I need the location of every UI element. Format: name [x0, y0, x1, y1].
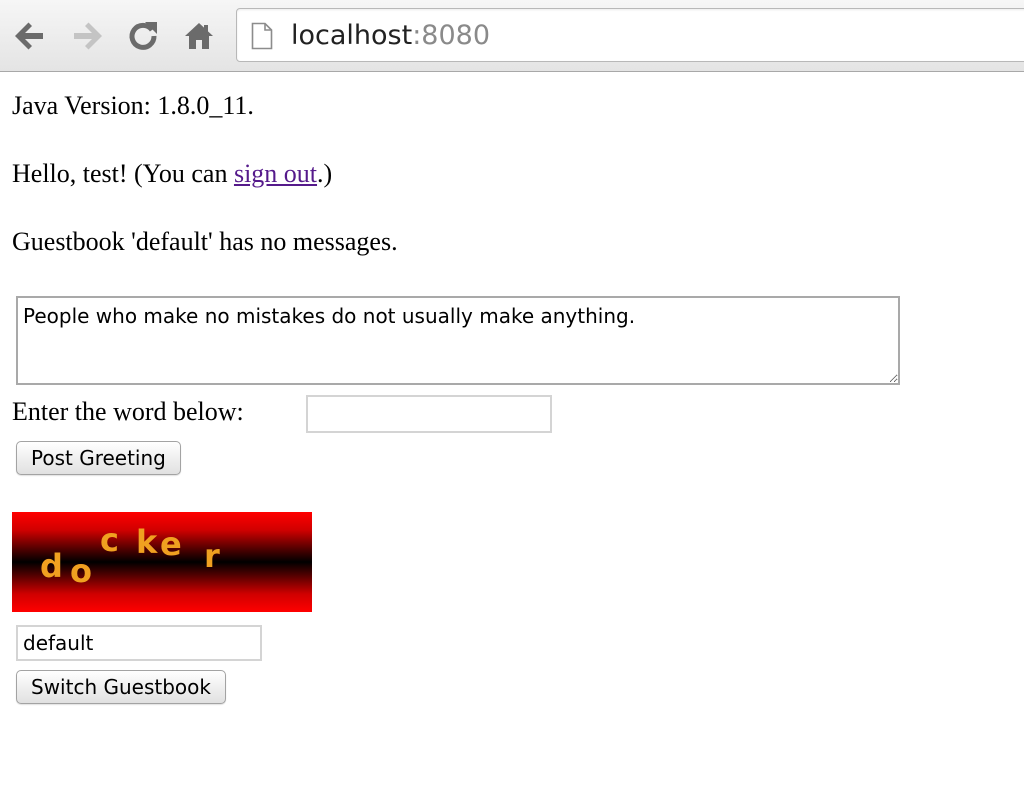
home-icon: [185, 23, 213, 49]
captcha-char: k: [136, 523, 158, 561]
page-icon: [251, 22, 273, 50]
captcha-char: d: [40, 547, 63, 585]
captcha-char: o: [70, 552, 92, 590]
captcha-image: d o c k e r: [12, 512, 312, 612]
switch-guestbook-button[interactable]: Switch Guestbook: [16, 670, 226, 704]
captcha-input[interactable]: [306, 395, 552, 433]
address-bar[interactable]: localhost:8080: [236, 8, 1024, 62]
guestbook-name-input[interactable]: [16, 625, 262, 661]
captcha-char: e: [160, 525, 182, 563]
greeting-textarea[interactable]: People who make no mistakes do not usual…: [16, 296, 900, 385]
guestbook-status: Guestbook 'default' has no messages.: [12, 227, 398, 256]
page-content: Java Version: 1.8.0_11. Hello, test! (Yo…: [0, 72, 1024, 788]
back-arrow-icon: [15, 22, 43, 50]
url-text: localhost:8080: [291, 20, 490, 52]
browser-toolbar: localhost:8080: [0, 0, 1024, 72]
hello-prefix: Hello, test! (You can: [12, 159, 234, 188]
captcha-char: c: [100, 521, 119, 559]
reload-icon: [129, 22, 157, 50]
back-button[interactable]: [12, 18, 48, 54]
java-version-text: Java Version: 1.8.0_11.: [12, 91, 254, 120]
forward-button[interactable]: [69, 18, 105, 54]
home-button[interactable]: [181, 18, 217, 54]
url-host: localhost: [291, 20, 413, 51]
hello-suffix: .): [317, 159, 333, 188]
captcha-prompt-label: Enter the word below:: [12, 397, 244, 426]
post-greeting-button[interactable]: Post Greeting: [16, 441, 181, 475]
hello-message: Hello, test! (You can sign out.): [12, 158, 332, 190]
captcha-char: r: [204, 537, 220, 575]
reload-button[interactable]: [125, 18, 161, 54]
url-port: :8080: [412, 20, 491, 51]
sign-out-link[interactable]: sign out: [234, 159, 317, 188]
forward-arrow-icon: [74, 22, 102, 50]
